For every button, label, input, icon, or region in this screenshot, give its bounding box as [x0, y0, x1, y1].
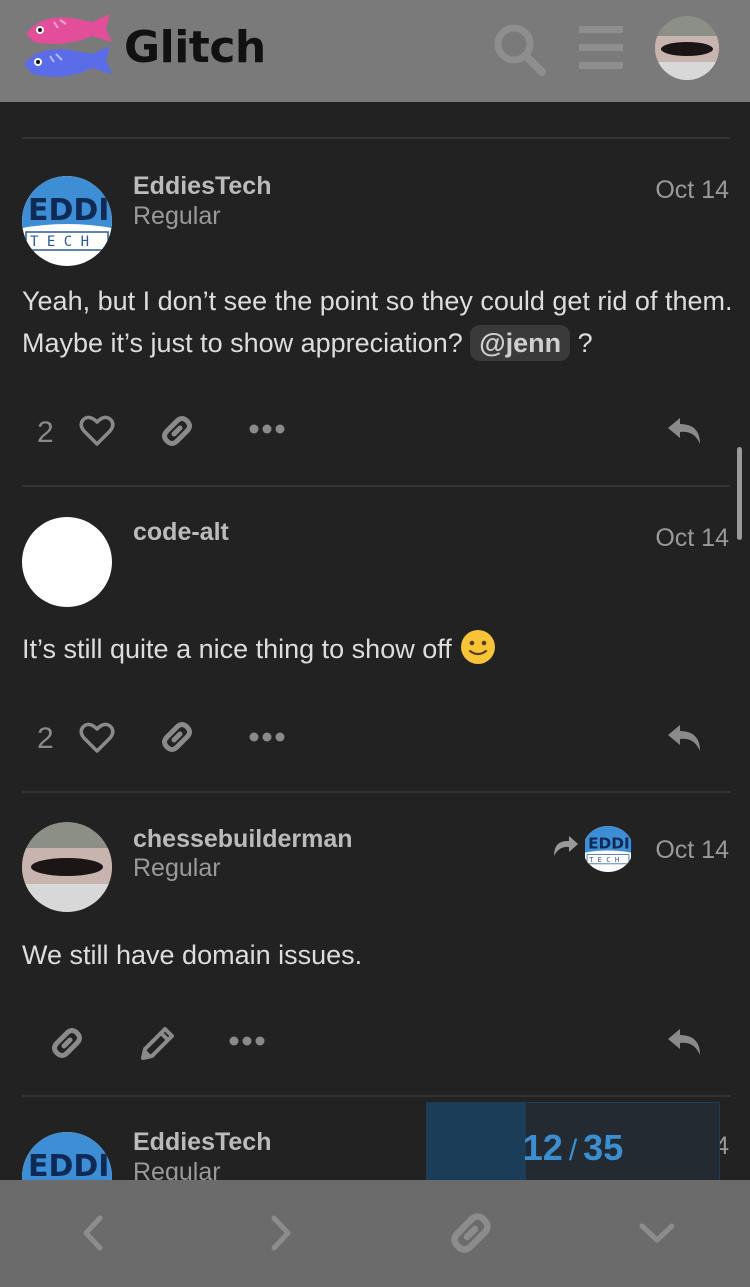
post-username[interactable]: chessebuilderman — [133, 825, 353, 854]
post-username[interactable]: code-alt — [133, 518, 229, 547]
post-username[interactable]: EddiesTech — [133, 172, 271, 201]
edit-pencil-icon[interactable] — [139, 1024, 177, 1062]
post-date[interactable]: Oct 14 — [655, 836, 729, 865]
search-icon[interactable] — [490, 20, 548, 78]
post-body: We still have domain issues. — [22, 940, 363, 970]
slightly-smiling-face-icon — [459, 630, 497, 664]
heart-icon[interactable] — [79, 414, 115, 448]
post-body: Yeah, but I don’t see the point so they … — [22, 280, 734, 364]
site-header: Glitch — [0, 0, 750, 102]
post-text-end: ? — [570, 328, 593, 358]
post-user-title: Regular — [133, 202, 221, 230]
reply-icon[interactable] — [666, 721, 704, 755]
topic-progress[interactable]: 12/35 — [426, 1102, 720, 1182]
forward-icon[interactable] — [256, 1208, 306, 1258]
progress-current: 12 — [522, 1127, 563, 1168]
reply-to-avatar[interactable]: EDDIE T E C H — [583, 826, 633, 872]
post-text: Yeah, but I don’t see the point so they … — [22, 286, 733, 358]
heart-icon[interactable] — [79, 721, 115, 755]
eddiestech-avatar[interactable]: EDDIE — [22, 1132, 112, 1180]
like-count[interactable]: 2 — [37, 722, 54, 756]
svg-text:EDDIE: EDDIE — [588, 834, 633, 852]
scrollbar[interactable] — [737, 447, 742, 540]
more-options-icon[interactable] — [229, 1034, 265, 1048]
post-date[interactable]: Oct 14 — [655, 176, 729, 205]
like-count[interactable]: 2 — [37, 416, 54, 450]
svg-text:T E C H: T E C H — [589, 855, 619, 864]
link-icon[interactable] — [48, 1024, 86, 1062]
chevron-down-icon[interactable] — [632, 1208, 682, 1258]
bottom-toolbar — [0, 1180, 750, 1287]
more-options-icon[interactable] — [249, 730, 285, 744]
post-user-title: Regular — [133, 854, 221, 882]
post-divider — [22, 485, 730, 487]
more-options-icon[interactable] — [249, 422, 285, 436]
link-icon[interactable] — [158, 718, 196, 756]
svg-text:EDDIE: EDDIE — [28, 193, 112, 228]
svg-text:T E C H: T E C H — [30, 234, 89, 250]
progress-label: 12/35 — [427, 1127, 719, 1169]
reply-icon[interactable] — [666, 1025, 704, 1059]
brand-name[interactable]: Glitch — [124, 22, 266, 73]
glitch-logo-icon[interactable] — [20, 12, 114, 84]
chessebuilderman-avatar[interactable] — [22, 822, 112, 912]
reply-to-arrow-icon[interactable] — [551, 834, 579, 858]
link-icon[interactable] — [158, 412, 196, 450]
code-alt-avatar[interactable] — [22, 517, 112, 607]
menu-icon[interactable] — [576, 22, 626, 74]
reply-icon[interactable] — [666, 414, 704, 448]
post-text: It’s still quite a nice thing to show of… — [22, 634, 452, 664]
post-divider — [22, 1095, 730, 1097]
user-avatar[interactable] — [655, 16, 719, 80]
post-divider — [22, 137, 730, 139]
post-body: It’s still quite a nice thing to show of… — [22, 628, 734, 670]
post-user-title: Regular — [133, 1158, 221, 1180]
progress-total: 35 — [583, 1127, 624, 1168]
back-icon[interactable] — [68, 1208, 118, 1258]
svg-text:EDDIE: EDDIE — [28, 1149, 112, 1180]
eddiestech-avatar[interactable]: EDDIE T E C H — [22, 176, 112, 266]
post-divider — [22, 791, 730, 793]
user-mention[interactable]: @jenn — [470, 325, 571, 361]
progress-separator: / — [568, 1134, 578, 1167]
share-link-icon[interactable] — [446, 1208, 496, 1258]
post-date[interactable]: Oct 14 — [655, 524, 729, 553]
post-username[interactable]: EddiesTech — [133, 1128, 271, 1157]
